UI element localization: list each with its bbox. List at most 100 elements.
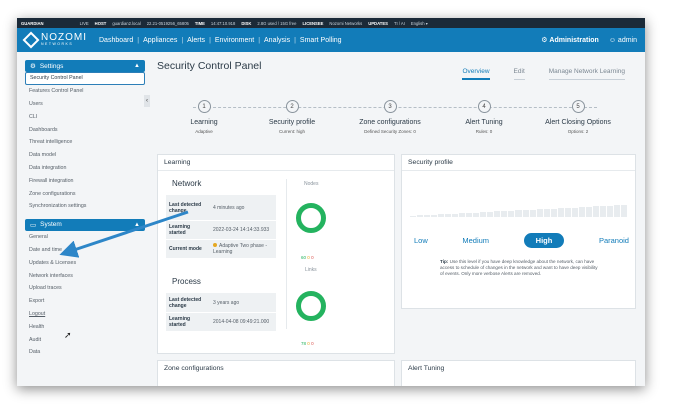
tab-manage-network-learning[interactable]: Manage Network Learning bbox=[548, 68, 625, 80]
user-icon: ☺ bbox=[608, 36, 616, 44]
nav-separator: | bbox=[258, 36, 261, 44]
administration-label: Administration bbox=[549, 37, 599, 44]
user-menu[interactable]: ☺ admin bbox=[609, 37, 637, 44]
step-subtitle: Current: high bbox=[278, 129, 305, 134]
updates-value: TI / AI bbox=[393, 20, 405, 26]
links-count-green: 78 bbox=[301, 341, 307, 346]
zone-configurations-card: Zone configurations bbox=[157, 360, 395, 386]
step-title: Security profile bbox=[268, 119, 316, 126]
process-heading: Process bbox=[172, 277, 201, 286]
sidebar-item-features-control-panel[interactable]: Features Control Panel bbox=[25, 85, 145, 98]
security-level-bars bbox=[410, 205, 627, 217]
step-number: 5 bbox=[571, 100, 585, 113]
sidebar-item-health[interactable]: Health bbox=[25, 320, 145, 333]
step-title: Learning bbox=[190, 119, 218, 126]
process-key-learning-started: Learning started bbox=[169, 316, 191, 328]
nav-dashboard[interactable]: Dashboard bbox=[99, 37, 133, 44]
sidebar-item-upload-traces[interactable]: Upload traces bbox=[25, 282, 145, 295]
step-alert-closing-options[interactable]: 5 Alert Closing Options Options: 2 bbox=[533, 100, 623, 134]
step-alert-tuning[interactable]: 4 Alert Tuning Rules: 0 bbox=[439, 100, 529, 134]
tip-label: Tip: bbox=[440, 259, 449, 264]
step-number: 4 bbox=[477, 100, 491, 113]
nav-alerts[interactable]: Alerts bbox=[187, 37, 205, 44]
nav-separator: | bbox=[209, 36, 211, 44]
licensee-label: LICENSEE bbox=[302, 20, 324, 26]
disk-value: 2.8G used / 15G free bbox=[257, 20, 297, 26]
sidebar-item-zone-configurations[interactable]: Zone configurations bbox=[25, 187, 145, 200]
security-level-selector: Low Medium High Paranoid bbox=[414, 233, 629, 248]
step-number: 1 bbox=[197, 100, 211, 113]
nozomi-logo[interactable]: NOZOMI NETWORKS bbox=[22, 31, 87, 49]
security-profile-card-title: Security profile bbox=[402, 155, 635, 171]
user-name: admin bbox=[617, 36, 637, 44]
sidebar-item-dashboards[interactable]: Dashboards bbox=[25, 123, 145, 136]
host-ip: 22.21-0519256_65805 bbox=[146, 20, 189, 26]
step-number: 2 bbox=[285, 100, 299, 113]
main-nav: Dashboard | Appliances | Alerts | Enviro… bbox=[99, 37, 342, 44]
security-level-tip: Tip: Use this level if you have deep kno… bbox=[440, 259, 599, 278]
step-number: 3 bbox=[383, 100, 397, 113]
workflow-steps: 1 Learning Adaptive 2 Security profile C… bbox=[157, 98, 637, 138]
top-navbar: NOZOMI NETWORKS Dashboard | Appliances |… bbox=[17, 28, 645, 52]
sidebar-item-audit[interactable]: Audit bbox=[25, 333, 145, 346]
level-high-selected[interactable]: High bbox=[523, 233, 565, 248]
step-title: Zone configurations bbox=[359, 119, 421, 126]
step-subtitle: Rules: 0 bbox=[475, 129, 493, 134]
sidebar-item-security-control-panel[interactable]: Security Control Panel bbox=[25, 72, 145, 85]
sidebar-item-threat-intelligence[interactable]: Threat intelligence bbox=[25, 136, 145, 149]
learning-card-title: Learning bbox=[158, 155, 394, 171]
step-security-profile[interactable]: 2 Security profile Current: high bbox=[247, 100, 337, 134]
step-zone-configurations[interactable]: 3 Zone configurations Defined Security Z… bbox=[345, 100, 435, 134]
page-tabs: Overview Edit Manage Network Learning bbox=[462, 68, 625, 80]
level-paranoid[interactable]: Paranoid bbox=[599, 236, 629, 245]
step-learning[interactable]: 1 Learning Adaptive bbox=[159, 100, 249, 134]
language-select[interactable]: English ▾ bbox=[411, 21, 428, 26]
security-profile-card: Security profile Low Medium High Paranoi… bbox=[401, 154, 636, 309]
settings-section-header[interactable]: ⚙ Settings ▲ bbox=[25, 60, 145, 72]
step-subtitle: Options: 2 bbox=[567, 129, 589, 134]
sidebar-item-logout[interactable]: Logout bbox=[25, 308, 145, 321]
nav-separator: | bbox=[181, 36, 184, 44]
sidebar-item-data-model[interactable]: Data model bbox=[25, 149, 145, 162]
main-content: Security Control Panel Overview Edit Man… bbox=[157, 60, 637, 386]
status-dot bbox=[213, 243, 217, 247]
tab-edit[interactable]: Edit bbox=[513, 68, 525, 80]
process-value-learning-started: 2014-04-08 09:49:21.000 bbox=[213, 319, 270, 325]
status-brand: GUARDIAN bbox=[21, 20, 44, 26]
gear-icon: ⚙ bbox=[541, 37, 548, 44]
level-low[interactable]: Low bbox=[414, 236, 428, 245]
table-row: Learning started 2014-04-08 09:49:21.000 bbox=[166, 313, 276, 332]
network-value-current-mode: Adaptive Two phase - Learning bbox=[210, 241, 276, 257]
step-subtitle: Defined Security Zones: 0 bbox=[364, 129, 416, 134]
links-count-orange: 0 bbox=[307, 341, 310, 346]
sidebar-item-network-interfaces[interactable]: Network interfaces bbox=[25, 269, 145, 282]
nodes-donut-chart bbox=[296, 203, 326, 233]
settings-section-title: Settings bbox=[39, 62, 64, 70]
sidebar-item-firewall-integration[interactable]: Firewall integration bbox=[25, 174, 145, 187]
step-title: Alert Closing Options bbox=[545, 119, 611, 126]
level-medium[interactable]: Medium bbox=[462, 236, 489, 245]
nav-appliances[interactable]: Appliances bbox=[143, 37, 177, 44]
sidebar-item-export[interactable]: Export bbox=[25, 295, 145, 308]
sidebar-item-data[interactable]: Data bbox=[25, 346, 145, 359]
links-donut-chart bbox=[296, 291, 326, 321]
sidebar-item-users[interactable]: Users bbox=[25, 98, 145, 111]
current-mode-text: Adaptive Two phase - Learning bbox=[213, 243, 267, 255]
network-value-learning-started: 2022-03-24 14:14:33.933 bbox=[213, 227, 270, 233]
monitor-icon: ▭ bbox=[30, 221, 37, 229]
sidebar-item-data-integration[interactable]: Data integration bbox=[25, 162, 145, 175]
nodes-counts: 60 0 0 bbox=[301, 255, 314, 260]
status-live: LIVE bbox=[79, 20, 89, 26]
administration-menu[interactable]: ⚙ Administration bbox=[541, 36, 599, 44]
links-count-red: 0 bbox=[311, 341, 314, 346]
sidebar-collapse-toggle[interactable]: ‹ bbox=[144, 95, 150, 107]
nav-analysis[interactable]: Analysis bbox=[264, 37, 290, 44]
nodes-count-green: 60 bbox=[301, 255, 307, 260]
nav-smart-polling[interactable]: Smart Polling bbox=[300, 37, 342, 44]
sidebar-item-cli[interactable]: CLI bbox=[25, 110, 145, 123]
tab-overview[interactable]: Overview bbox=[462, 68, 490, 80]
zone-card-title: Zone configurations bbox=[164, 365, 224, 372]
nav-environment[interactable]: Environment bbox=[215, 37, 254, 44]
nodes-count-orange: 0 bbox=[307, 255, 310, 260]
host-value: guardian2.local bbox=[112, 20, 141, 26]
